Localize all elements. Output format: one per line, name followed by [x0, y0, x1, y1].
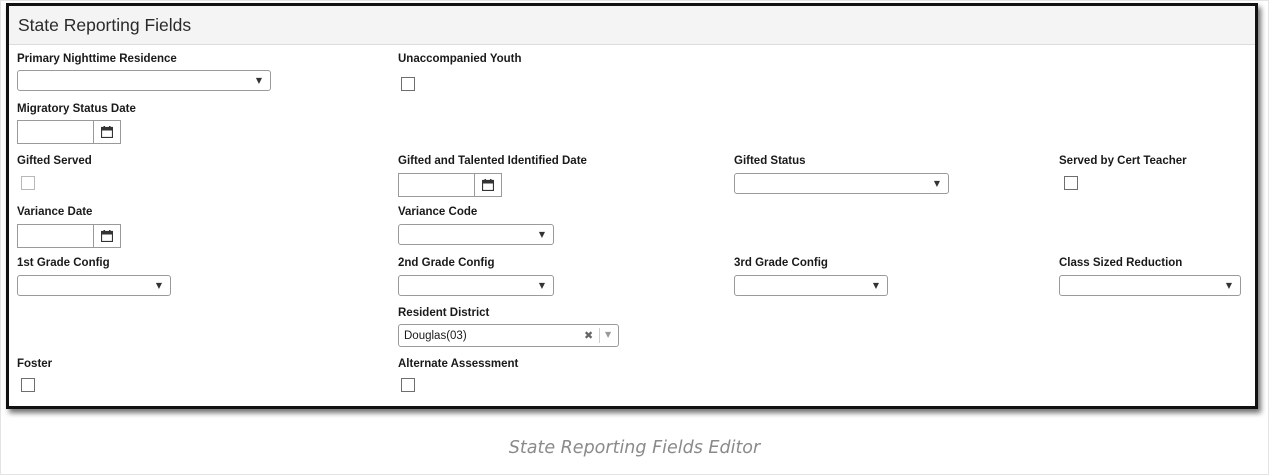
state-reporting-panel: State Reporting Fields Primary Nighttime…	[6, 3, 1258, 409]
gifted-talented-identified-date-label: Gifted and Talented Identified Date	[398, 155, 587, 167]
calendar-icon	[482, 179, 494, 191]
clear-x-icon[interactable]: ✖	[584, 329, 593, 342]
primary-nighttime-residence-select[interactable]: ▼	[17, 70, 271, 91]
alternate-assessment-label: Alternate Assessment	[398, 358, 519, 370]
chevron-down-icon: ▼	[538, 281, 545, 290]
resident-district-label: Resident District	[398, 307, 490, 319]
second-grade-config-label: 2nd Grade Config	[398, 257, 495, 269]
variance-code-label: Variance Code	[398, 206, 478, 218]
foster-label: Foster	[17, 358, 53, 370]
third-grade-config-label: 3rd Grade Config	[734, 257, 828, 269]
panel-title: State Reporting Fields	[18, 15, 192, 35]
gifted-status-select[interactable]: ▼	[734, 173, 949, 194]
unaccompanied-youth-label: Unaccompanied Youth	[398, 53, 522, 65]
foster-checkbox[interactable]	[21, 378, 35, 392]
chevron-down-icon[interactable]: ▼	[605, 330, 611, 339]
migratory-status-date-label: Migratory Status Date	[17, 103, 136, 115]
third-grade-config-select[interactable]: ▼	[734, 275, 888, 296]
chevron-down-icon: ▼	[933, 179, 940, 188]
gifted-served-checkbox[interactable]	[21, 176, 35, 190]
resident-district-value: Douglas(03)	[404, 330, 467, 342]
figure-caption: State Reporting Fields Editor	[508, 438, 761, 458]
variance-code-select[interactable]: ▼	[398, 224, 554, 245]
calendar-icon	[101, 230, 113, 242]
migratory-status-date-calendar-button[interactable]	[93, 121, 120, 143]
chevron-down-icon: ▼	[1225, 281, 1232, 290]
combobox-separator	[599, 328, 600, 343]
gifted-talented-identified-date-field[interactable]	[398, 173, 502, 197]
primary-nighttime-residence-label: Primary Nighttime Residence	[17, 53, 177, 65]
resident-district-combobox[interactable]: Douglas(03) ✖ ▼	[398, 324, 619, 347]
chevron-down-icon: ▼	[155, 281, 162, 290]
first-grade-config-label: 1st Grade Config	[17, 257, 110, 269]
class-sized-reduction-label: Class Sized Reduction	[1059, 257, 1183, 269]
panel-header: State Reporting Fields	[9, 6, 1255, 45]
second-grade-config-select[interactable]: ▼	[398, 275, 554, 296]
chevron-down-icon: ▼	[872, 281, 879, 290]
chevron-down-icon: ▼	[538, 230, 545, 239]
calendar-icon	[101, 126, 113, 138]
alternate-assessment-checkbox[interactable]	[401, 378, 415, 392]
variance-date-calendar-button[interactable]	[93, 225, 120, 247]
gifted-status-label: Gifted Status	[734, 155, 806, 167]
unaccompanied-youth-checkbox[interactable]	[401, 77, 415, 91]
migratory-status-date-field[interactable]	[17, 120, 121, 144]
chevron-down-icon: ▼	[255, 76, 262, 85]
variance-date-label: Variance Date	[17, 206, 93, 218]
first-grade-config-select[interactable]: ▼	[17, 275, 171, 296]
gifted-served-label: Gifted Served	[17, 155, 92, 167]
class-sized-reduction-select[interactable]: ▼	[1059, 275, 1241, 296]
gifted-talented-date-calendar-button[interactable]	[474, 174, 501, 196]
variance-date-field[interactable]	[17, 224, 121, 248]
served-by-cert-teacher-checkbox[interactable]	[1064, 176, 1078, 190]
served-by-cert-teacher-label: Served by Cert Teacher	[1059, 155, 1187, 167]
